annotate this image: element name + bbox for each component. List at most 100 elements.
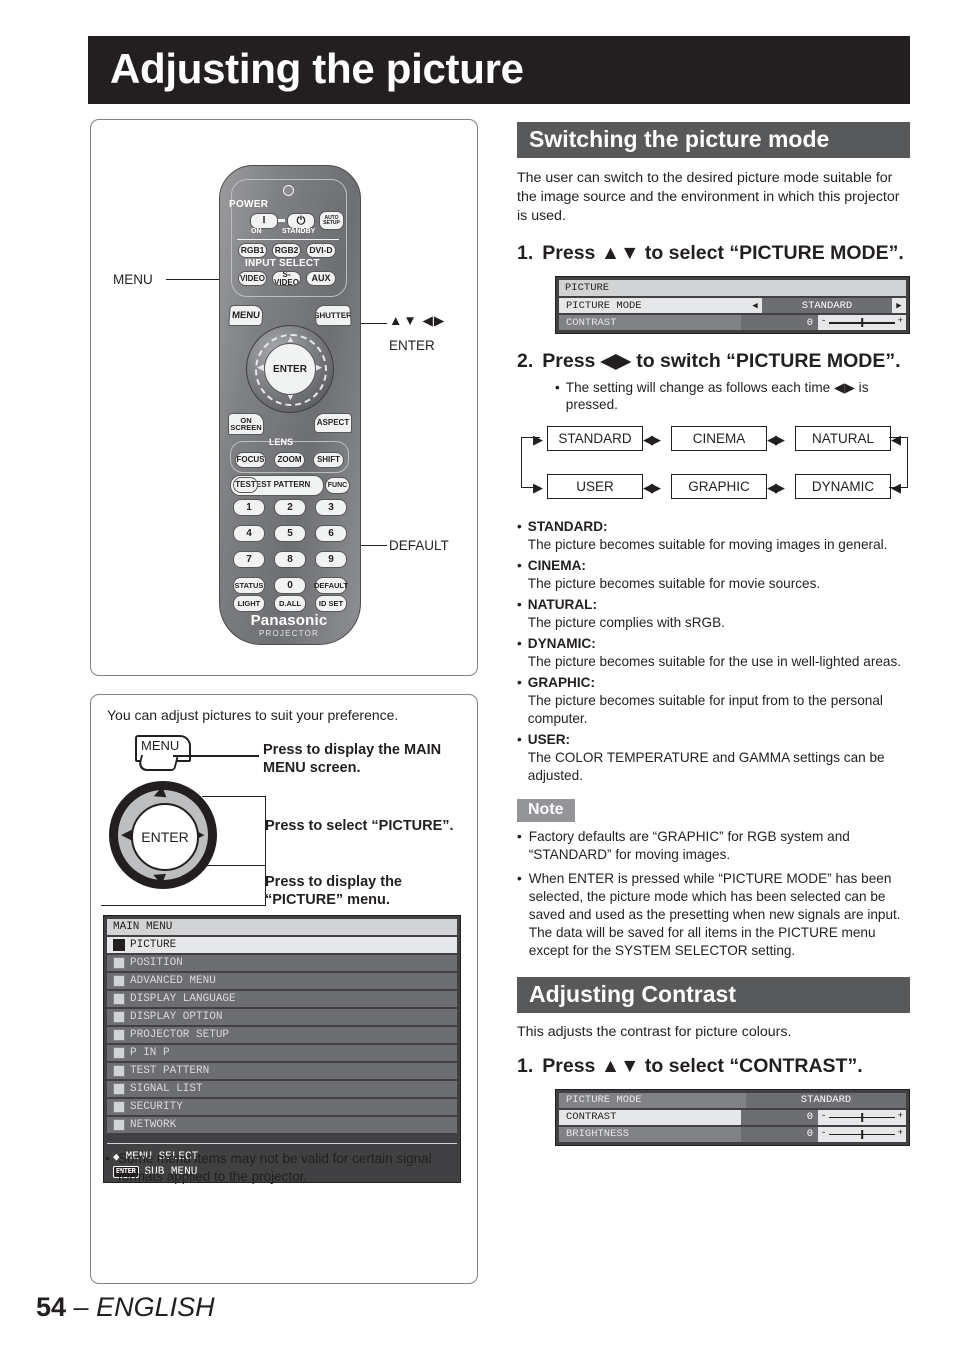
indicator-led-icon bbox=[283, 185, 294, 196]
main-menu-item-label: PICTURE bbox=[130, 939, 177, 951]
video-button[interactable]: VIDEO bbox=[238, 271, 267, 286]
howto-panel: You can adjust pictures to suit your pre… bbox=[90, 694, 478, 1284]
slider-thumb[interactable] bbox=[861, 1112, 863, 1122]
main-menu-item-projector-setup[interactable]: PROJECTOR SETUP bbox=[107, 1027, 457, 1043]
main-menu-item-label: SIGNAL LIST bbox=[130, 1083, 203, 1095]
mode-item-cinema: • CINEMA: The picture becomes suitable f… bbox=[517, 557, 910, 593]
flow-arrow-graphic-dynamic: ◀▶ bbox=[767, 480, 785, 496]
flow-box-cinema: CINEMA bbox=[671, 426, 767, 452]
slider-min-label: - bbox=[821, 316, 827, 327]
switching-step-1-number: 1. bbox=[517, 241, 534, 264]
power-standby-button[interactable]: ⏻ bbox=[287, 213, 315, 229]
display-option-icon bbox=[113, 1011, 125, 1023]
power-on-button[interactable]: I bbox=[250, 213, 278, 229]
switching-intro-text: The user can switch to the desired pictu… bbox=[517, 170, 900, 224]
flow-arrow-user-graphic: ◀▶ bbox=[643, 480, 661, 496]
mode-item-standard: • STANDARD: The picture becomes suitable… bbox=[517, 518, 910, 554]
rgb1-button[interactable]: RGB1 bbox=[238, 243, 267, 258]
note-text: When ENTER is pressed while “PICTURE MOD… bbox=[528, 870, 901, 959]
main-menu-item-signal-list[interactable]: SIGNAL LIST bbox=[107, 1081, 457, 1097]
main-menu-item-p-in-p[interactable]: P IN P bbox=[107, 1045, 457, 1061]
on-screen-button[interactable]: ON SCREEN bbox=[228, 413, 264, 435]
bullet-icon: • bbox=[517, 731, 522, 747]
picture-osd-row-picture-mode[interactable]: PICTURE MODE ◀ STANDARD ▶ bbox=[559, 298, 906, 314]
picture-osd-row-contrast[interactable]: CONTRAST 0 - + bbox=[559, 315, 906, 331]
osd-right-arrow-icon[interactable]: ▶ bbox=[892, 298, 906, 314]
slider-thumb[interactable] bbox=[861, 1129, 863, 1139]
input-select-label: INPUT SELECT bbox=[245, 258, 320, 269]
main-menu-item-position[interactable]: POSITION bbox=[107, 955, 457, 971]
slider-max-label: + bbox=[897, 316, 903, 327]
note-item-1: • Factory defaults are “GRAPHIC” for RGB… bbox=[517, 828, 910, 864]
number-button-3[interactable]: 3 bbox=[315, 499, 347, 516]
number-button-4[interactable]: 4 bbox=[233, 525, 265, 542]
callout-enter-label: ENTER bbox=[389, 338, 435, 353]
brightness-slider[interactable]: - + bbox=[818, 1126, 906, 1142]
menu-button[interactable]: MENU bbox=[228, 305, 264, 326]
main-menu-item-security[interactable]: SECURITY bbox=[107, 1099, 457, 1115]
default-button[interactable]: DEFAULT bbox=[314, 577, 348, 594]
picture-osd-row-label: CONTRAST bbox=[559, 315, 741, 331]
auto-setup-line2: SETUP bbox=[323, 219, 340, 226]
dial-right-arrow-icon[interactable]: ▶ bbox=[315, 363, 322, 372]
status-button[interactable]: STATUS bbox=[233, 577, 265, 594]
main-menu-item-test-pattern[interactable]: TEST PATTERN bbox=[107, 1063, 457, 1079]
number-button-6[interactable]: 6 bbox=[315, 525, 347, 542]
number-button-9[interactable]: 9 bbox=[315, 551, 347, 568]
mode-desc: The picture becomes suitable for input f… bbox=[527, 692, 883, 726]
picture-osd-row-value: STANDARD bbox=[762, 298, 892, 314]
slider-thumb[interactable] bbox=[861, 318, 863, 328]
picture-osd-row-label: PICTURE MODE bbox=[559, 298, 748, 314]
enter-button[interactable]: ENTER bbox=[264, 343, 316, 395]
number-button-2[interactable]: 2 bbox=[274, 499, 306, 516]
number-button-7[interactable]: 7 bbox=[233, 551, 265, 568]
auto-setup-button[interactable]: AUTO SETUP bbox=[319, 211, 344, 230]
howto-text-1: Press to display the MAIN MENU screen. bbox=[263, 742, 442, 777]
contrast-osd-row-value: STANDARD bbox=[746, 1092, 906, 1108]
func-button[interactable]: FUNC bbox=[325, 477, 350, 494]
focus-button[interactable]: FOCUS bbox=[235, 452, 266, 468]
number-button-5[interactable]: 5 bbox=[274, 525, 306, 542]
test-button[interactable]: TEST bbox=[233, 477, 258, 493]
aspect-button[interactable]: ASPECT bbox=[314, 413, 352, 433]
main-menu-note-text: Some menu items may not be valid for cer… bbox=[118, 1151, 432, 1184]
aux-button[interactable]: AUX bbox=[306, 271, 336, 286]
number-button-1[interactable]: 1 bbox=[233, 499, 265, 516]
p-in-p-icon bbox=[113, 1047, 125, 1059]
main-menu-item-label: TEST PATTERN bbox=[130, 1065, 210, 1077]
contrast-osd-row-contrast[interactable]: CONTRAST 0 - + bbox=[559, 1109, 906, 1125]
main-menu-item-advanced-menu[interactable]: ADVANCED MENU bbox=[107, 973, 457, 989]
contrast-slider[interactable]: - + bbox=[818, 1109, 906, 1125]
rgb2-button[interactable]: RGB2 bbox=[272, 243, 301, 258]
switching-step-2-sub-text: The setting will change as follows each … bbox=[565, 379, 869, 413]
contrast-osd-row-brightness[interactable]: BRIGHTNESS 0 - + bbox=[559, 1126, 906, 1142]
main-menu-item-display-option[interactable]: DISPLAY OPTION bbox=[107, 1009, 457, 1025]
contrast-slider[interactable]: - + bbox=[818, 315, 906, 331]
brand-sublabel: PROJECTOR bbox=[259, 629, 319, 638]
note-item-2: • When ENTER is pressed while “PICTURE M… bbox=[517, 870, 910, 960]
light-button[interactable]: LIGHT bbox=[233, 595, 265, 612]
dial-left-arrow-icon[interactable]: ◀ bbox=[257, 363, 264, 372]
dvid-button[interactable]: DVI-D bbox=[306, 243, 336, 258]
main-menu-item-picture[interactable]: PICTURE bbox=[107, 937, 457, 953]
contrast-step-1-text: Press ▲▼ to select “CONTRAST”. bbox=[542, 1055, 863, 1078]
shift-button[interactable]: SHIFT bbox=[313, 452, 344, 468]
dall-button[interactable]: D.ALL bbox=[274, 595, 306, 612]
shutter-button[interactable]: SHUTTER bbox=[314, 305, 352, 326]
osd-left-arrow-icon[interactable]: ◀ bbox=[748, 298, 762, 314]
mode-name: USER: bbox=[527, 731, 571, 747]
svideo-button[interactable]: S-VIDEO bbox=[272, 271, 301, 286]
page-footer: 54 – ENGLISH bbox=[36, 1292, 215, 1323]
contrast-osd-row-value: 0 bbox=[741, 1126, 818, 1142]
zoom-button[interactable]: ZOOM bbox=[274, 452, 305, 468]
contrast-osd-panel: PICTURE MODE STANDARD CONTRAST 0 - + BRI… bbox=[555, 1088, 910, 1146]
power-divider bbox=[278, 219, 285, 222]
main-menu-item-network[interactable]: NETWORK bbox=[107, 1117, 457, 1133]
switching-step-2-number: 2. bbox=[517, 350, 534, 373]
number-button-0[interactable]: 0 bbox=[274, 577, 306, 594]
picture-osd-panel: PICTURE PICTURE MODE ◀ STANDARD ▶ CONTRA… bbox=[555, 276, 910, 335]
main-menu-item-display-language[interactable]: DISPLAY LANGUAGE bbox=[107, 991, 457, 1007]
number-button-8[interactable]: 8 bbox=[274, 551, 306, 568]
contrast-osd-row-picture-mode[interactable]: PICTURE MODE STANDARD bbox=[559, 1092, 906, 1108]
id-set-button[interactable]: ID SET bbox=[315, 595, 347, 612]
